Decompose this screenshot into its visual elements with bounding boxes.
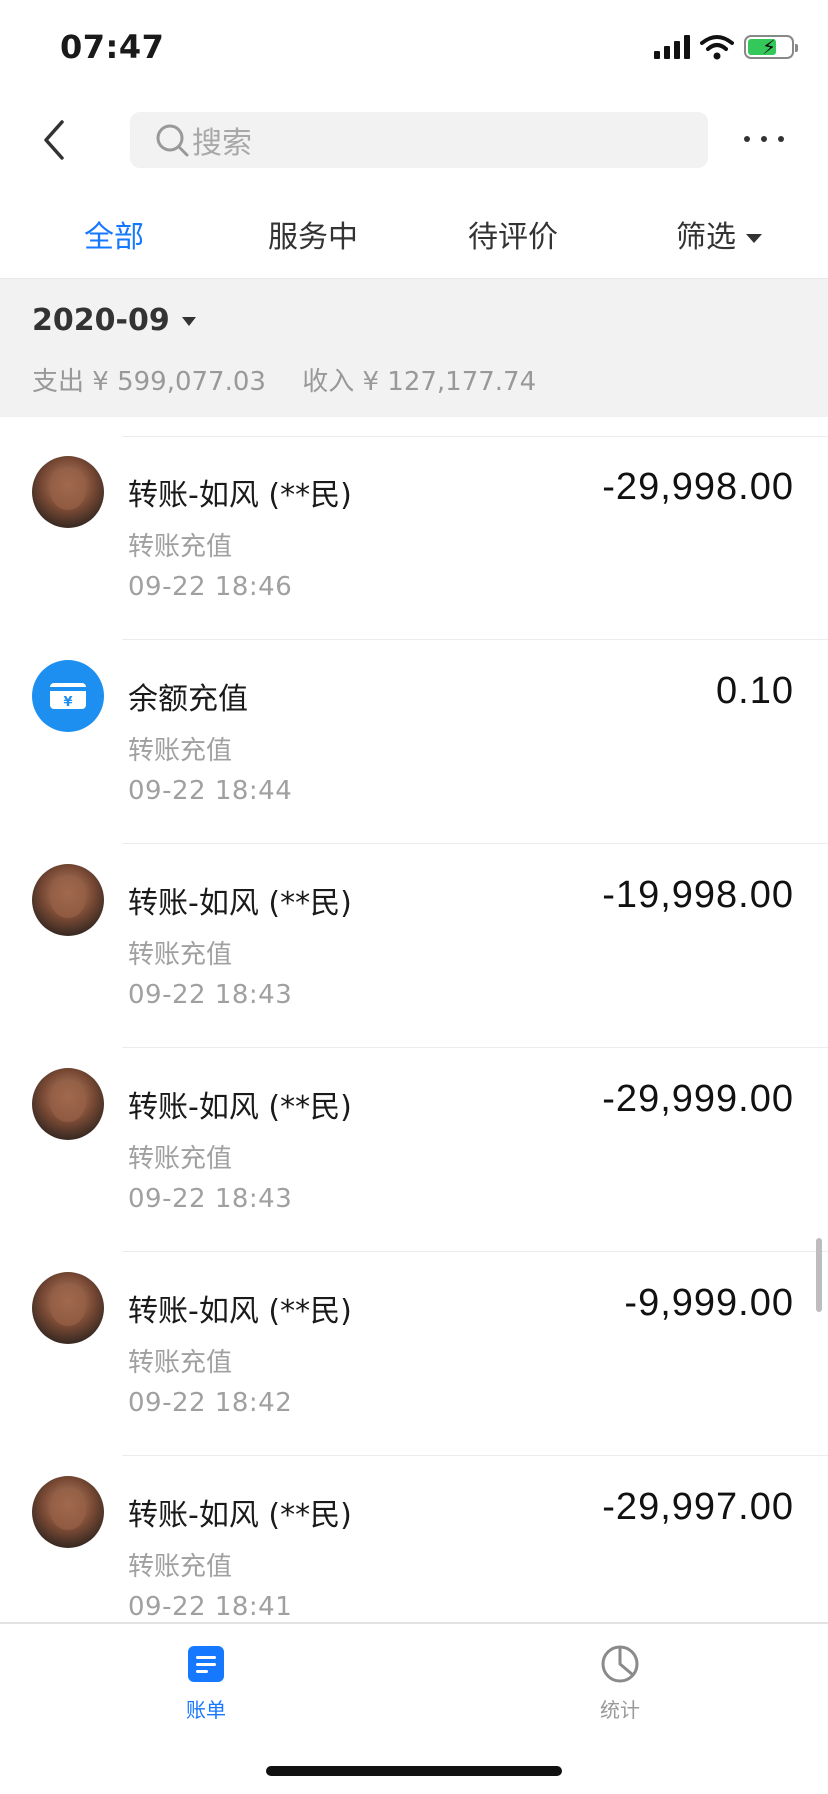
transaction-title: 转账-如风 (**民) <box>128 1498 352 1533</box>
cellular-signal-icon <box>654 35 690 59</box>
tab-filter[interactable]: 筛选 <box>676 212 762 256</box>
search-placeholder: 搜索 <box>192 126 252 161</box>
transaction-type: 转账充值 <box>128 532 233 562</box>
home-indicator <box>266 1766 562 1776</box>
tab-all[interactable]: 全部 <box>84 212 144 256</box>
avatar <box>32 1272 104 1344</box>
transaction-amount: -29,997.00 <box>602 1486 794 1528</box>
transaction-row[interactable]: 转账-如风 (**民) 转账充值 09-22 18:43 -19,998.00 <box>0 844 828 1048</box>
transaction-row[interactable]: 转账-如风 (**民) 转账充值 09-22 18:42 -9,999.00 <box>0 1252 828 1456</box>
avatar <box>32 1068 104 1140</box>
transaction-row[interactable]: 转账-如风 (**民) 转账充值 09-22 18:41 -29,997.00 <box>0 1456 828 1622</box>
avatar <box>32 1476 104 1548</box>
transaction-row[interactable]: ¥ 余额充值 转账充值 09-22 18:44 0.10 <box>0 640 828 844</box>
transaction-type: 转账充值 <box>128 1552 233 1582</box>
transaction-row[interactable]: 转账-如风 (**民) 转账充值 09-22 18:46 -29,998.00 <box>0 436 828 640</box>
wifi-icon <box>700 35 734 60</box>
tab-statistics-label: 统计 <box>600 1698 640 1722</box>
avatar <box>32 864 104 936</box>
avatar <box>32 456 104 528</box>
transaction-title: 转账-如风 (**民) <box>128 886 352 921</box>
transaction-type: 转账充值 <box>128 940 233 970</box>
month-summary-bar: 2020-09 支出 ¥ 599,077.03 收入 ¥ 127,177.74 <box>0 278 828 417</box>
tab-statistics[interactable]: 统计 <box>550 1644 690 1723</box>
transaction-time: 09-22 18:42 <box>128 1388 293 1418</box>
status-icons: ⚡ <box>654 34 798 60</box>
transaction-time: 09-22 18:44 <box>128 776 293 806</box>
transaction-amount: 0.10 <box>716 670 794 712</box>
transaction-title: 转账-如风 (**民) <box>128 1090 352 1125</box>
tab-bill[interactable]: 账单 <box>136 1644 276 1723</box>
expense-total: 支出 ¥ 599,077.03 <box>32 367 266 397</box>
transaction-title: 转账-如风 (**民) <box>128 1294 352 1329</box>
filter-tabs: 全部 服务中 待评价 筛选 <box>0 198 828 268</box>
transaction-type: 转账充值 <box>128 736 233 766</box>
status-time: 07:47 <box>60 28 165 66</box>
transaction-type: 转账充值 <box>128 1348 233 1378</box>
search-icon <box>156 124 189 157</box>
month-totals: 支出 ¥ 599,077.03 收入 ¥ 127,177.74 <box>32 361 564 398</box>
transaction-list: 转账-如风 (**民) 转账充值 09-22 18:46 -29,998.00 … <box>0 416 828 1622</box>
pie-chart-icon <box>601 1645 639 1683</box>
transaction-time: 09-22 18:46 <box>128 572 293 602</box>
transaction-title: 转账-如风 (**民) <box>128 478 352 513</box>
more-dot-icon <box>744 136 750 142</box>
battery-icon: ⚡ <box>744 35 798 59</box>
transaction-amount: -29,998.00 <box>602 466 794 508</box>
back-button[interactable] <box>36 116 76 164</box>
income-total: 收入 ¥ 127,177.74 <box>302 367 537 397</box>
search-input[interactable]: 搜索 <box>130 112 708 168</box>
card-yen-icon: ¥ <box>32 660 104 732</box>
transaction-title: 余额充值 <box>128 682 248 717</box>
caret-down-icon <box>746 234 762 243</box>
status-bar: 07:47 ⚡ <box>0 0 828 100</box>
tab-bill-label: 账单 <box>186 1698 226 1722</box>
transaction-time: 09-22 18:41 <box>128 1592 293 1622</box>
tab-in-service[interactable]: 服务中 <box>268 212 358 256</box>
nav-bar: 搜索 <box>0 106 828 174</box>
tab-pending-review[interactable]: 待评价 <box>468 212 558 256</box>
more-options-button[interactable] <box>744 124 784 154</box>
more-dot-icon <box>761 136 767 142</box>
transaction-time: 09-22 18:43 <box>128 980 293 1010</box>
svg-text:¥: ¥ <box>63 695 72 710</box>
transaction-time: 09-22 18:43 <box>128 1184 293 1214</box>
bill-icon <box>188 1646 224 1682</box>
month-label: 2020-09 <box>32 303 170 338</box>
chevron-left-icon <box>44 120 64 160</box>
scrollbar[interactable] <box>816 1238 822 1312</box>
tab-filter-label: 筛选 <box>676 220 736 255</box>
month-selector[interactable]: 2020-09 <box>32 303 196 338</box>
transaction-amount: -19,998.00 <box>602 874 794 916</box>
transaction-row[interactable]: 转账-如风 (**民) 转账充值 09-22 18:43 -29,999.00 <box>0 1048 828 1252</box>
transaction-amount: -29,999.00 <box>602 1078 794 1120</box>
caret-down-icon <box>181 317 196 326</box>
transaction-type: 转账充值 <box>128 1144 233 1174</box>
more-dot-icon <box>778 136 784 142</box>
transaction-amount: -9,999.00 <box>624 1282 794 1324</box>
